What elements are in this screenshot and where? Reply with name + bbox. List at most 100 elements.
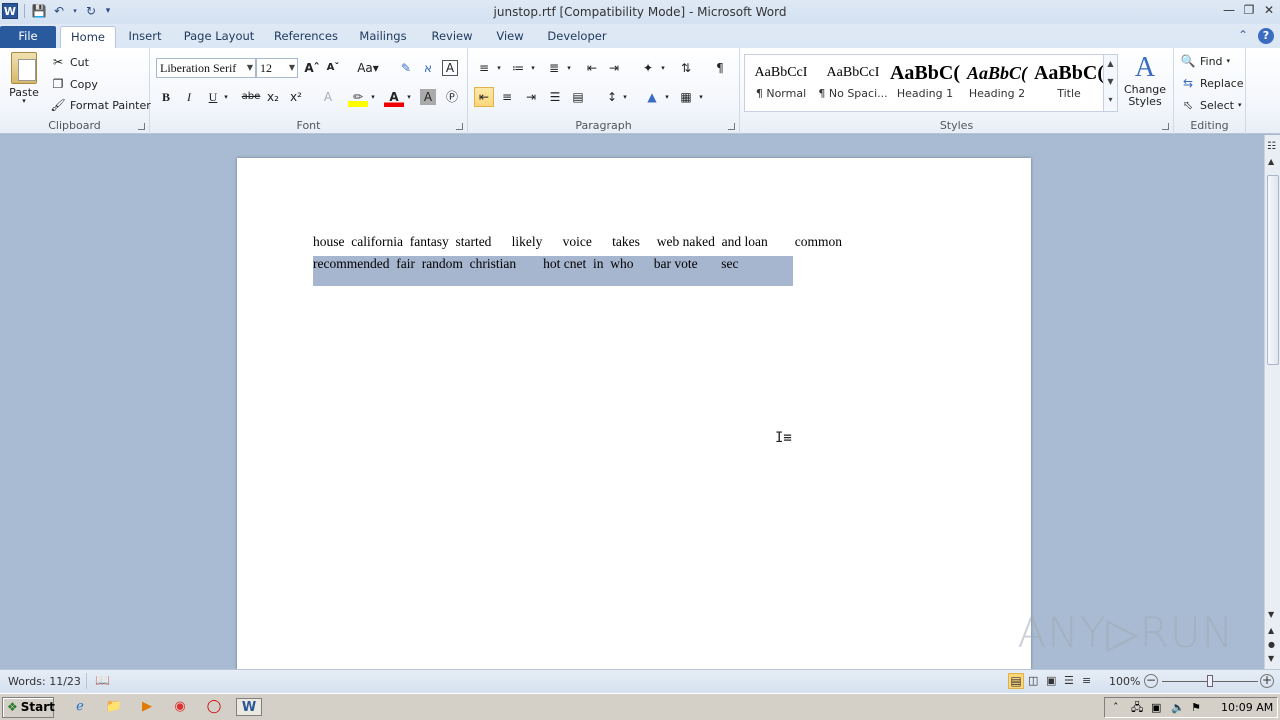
web-layout-icon[interactable]: ▣	[1046, 674, 1056, 687]
multilevel-list-icon[interactable]: ≣	[544, 58, 564, 78]
underline-dropdown-icon[interactable]: ▾	[221, 87, 231, 107]
print-layout-icon[interactable]: ▤	[1008, 673, 1024, 689]
scroll-thumb[interactable]	[1267, 175, 1279, 365]
full-screen-reading-icon[interactable]: ◫	[1028, 674, 1038, 687]
underline-button[interactable]: U	[203, 87, 223, 107]
style-no-spacing[interactable]: AaBbCcI ¶ No Spaci...	[817, 57, 889, 109]
bullets-icon[interactable]: ≡	[474, 58, 494, 78]
zoom-out-icon[interactable]: −	[1144, 674, 1158, 688]
replace-button[interactable]: ⇆ Replace	[1180, 75, 1244, 91]
style-heading-2[interactable]: AaBbC( Heading 2	[961, 57, 1033, 109]
asian-layout-dropdown-icon[interactable]: ▾	[658, 58, 668, 78]
browse-object-icon[interactable]: ●	[1268, 640, 1275, 649]
find-button[interactable]: 🔍 Find ▾	[1180, 53, 1231, 69]
tray-expand-icon[interactable]: ˆ	[1113, 698, 1119, 717]
styles-gallery-scroll[interactable]: ▲ ▼ ▾	[1103, 55, 1117, 111]
highlight-dropdown-icon[interactable]: ▾	[368, 87, 378, 107]
scroll-down-icon[interactable]: ▼	[1268, 610, 1274, 619]
zoom-slider-thumb[interactable]	[1207, 675, 1213, 687]
restore-icon[interactable]: ❐	[1242, 2, 1256, 18]
defender-icon[interactable]: ▣	[1151, 698, 1161, 717]
word-taskbar-button[interactable]: W	[236, 698, 262, 716]
cut-button[interactable]: ✂ Cut	[50, 54, 89, 70]
explorer-folder-icon[interactable]: 📁	[104, 698, 124, 716]
tab-developer[interactable]: Developer	[542, 26, 612, 48]
phonetic-guide-icon[interactable]: א	[418, 58, 438, 78]
shading-dropdown-icon[interactable]: ▾	[662, 87, 672, 107]
draft-icon[interactable]: ≡	[1082, 674, 1091, 687]
tab-view[interactable]: View	[488, 26, 532, 48]
bold-button[interactable]: B	[156, 87, 176, 107]
select-button[interactable]: ⬁ Select ▾	[1180, 97, 1241, 113]
action-center-flag-icon[interactable]: ⚑	[1191, 698, 1201, 717]
ie-icon[interactable]: ℯ	[70, 698, 90, 716]
volume-icon[interactable]: 🔈	[1171, 698, 1185, 717]
distributed-icon[interactable]: ▤	[568, 87, 588, 107]
multilevel-dropdown-icon[interactable]: ▾	[564, 58, 574, 78]
tab-references[interactable]: References	[268, 26, 344, 48]
italic-button[interactable]: I	[179, 87, 199, 107]
line-spacing-dropdown-icon[interactable]: ▾	[620, 87, 630, 107]
shading-icon[interactable]: ▲	[642, 87, 662, 107]
character-shading-icon[interactable]: A	[420, 89, 436, 105]
zoom-in-icon[interactable]: +	[1260, 674, 1274, 688]
copy-button[interactable]: ❐ Copy	[50, 76, 98, 92]
subscript-button[interactable]: x₂	[263, 87, 283, 107]
next-page-icon[interactable]: ▼	[1268, 654, 1274, 663]
select-dropdown-icon[interactable]: ▾	[1238, 101, 1242, 109]
scroll-up-icon[interactable]: ▲	[1268, 157, 1274, 166]
style-title[interactable]: AaBbC( Title	[1033, 57, 1105, 109]
highlight-icon[interactable]: ✏	[348, 87, 368, 107]
document-page[interactable]: house california fantasy started likely …	[237, 158, 1031, 678]
tab-mailings[interactable]: Mailings	[352, 26, 414, 48]
grow-font-icon[interactable]: Aˆ	[302, 58, 322, 78]
start-button[interactable]: ❖ Start	[2, 697, 55, 718]
minimize-icon[interactable]: —	[1222, 2, 1236, 18]
paste-button[interactable]: Paste ▾	[6, 52, 42, 105]
chrome-icon[interactable]: ◉	[170, 698, 190, 716]
network-icon[interactable]: 🖧	[1131, 698, 1143, 717]
font-color-dropdown-icon[interactable]: ▾	[404, 87, 414, 107]
styles-scroll-up-icon[interactable]: ▲	[1104, 55, 1117, 73]
opera-icon[interactable]: ◯	[204, 698, 224, 716]
change-case-icon[interactable]: Aa▾	[354, 58, 382, 78]
outline-icon[interactable]: ☰	[1064, 674, 1074, 687]
font-size-dropdown-icon[interactable]: ▼	[289, 59, 295, 77]
font-name-box[interactable]: Liberation Serif ▼	[156, 58, 256, 78]
word-count[interactable]: Words: 11/23	[8, 675, 81, 688]
font-launcher-icon[interactable]	[456, 123, 463, 130]
change-styles-button[interactable]: A Change Styles	[1122, 52, 1168, 108]
line-spacing-icon[interactable]: ↕	[602, 87, 622, 107]
close-icon[interactable]: ✕	[1262, 2, 1276, 18]
tab-review[interactable]: Review	[424, 26, 480, 48]
zoom-level[interactable]: 100%	[1109, 675, 1140, 688]
font-color-icon[interactable]: A	[384, 87, 404, 107]
clock[interactable]: 10:09 AM	[1221, 698, 1273, 717]
styles-launcher-icon[interactable]	[1162, 123, 1169, 130]
minimize-ribbon-icon[interactable]: ⌃	[1238, 28, 1248, 44]
paste-dropdown-icon[interactable]: ▾	[22, 97, 26, 105]
enclose-characters-icon[interactable]: Ⓟ	[442, 87, 462, 107]
strikethrough-button[interactable]: abe	[239, 87, 263, 107]
numbering-dropdown-icon[interactable]: ▾	[528, 58, 538, 78]
help-icon[interactable]: ?	[1258, 28, 1274, 44]
align-center-icon[interactable]: ≡	[497, 87, 517, 107]
media-player-icon[interactable]: ▶	[137, 698, 157, 716]
document-line-2[interactable]: recommended fair random christian hot cn…	[313, 256, 739, 272]
proofing-icon[interactable]: 📖	[95, 673, 110, 687]
font-name-dropdown-icon[interactable]: ▼	[247, 59, 253, 77]
asian-layout-icon[interactable]: ✦	[638, 58, 658, 78]
tab-insert[interactable]: Insert	[120, 26, 170, 48]
sort-icon[interactable]: ⇅	[676, 58, 696, 78]
previous-page-icon[interactable]: ▲	[1268, 626, 1274, 635]
superscript-button[interactable]: x²	[286, 87, 306, 107]
find-dropdown-icon[interactable]: ▾	[1227, 57, 1231, 65]
align-right-icon[interactable]: ⇥	[521, 87, 541, 107]
character-border-icon[interactable]: A	[442, 60, 458, 76]
tab-file[interactable]: File	[0, 26, 56, 48]
increase-indent-icon[interactable]: ⇥	[604, 58, 624, 78]
show-hide-marks-button[interactable]: ¶	[710, 58, 730, 78]
tab-page-layout[interactable]: Page Layout	[178, 26, 260, 48]
styles-scroll-down-icon[interactable]: ▼	[1104, 73, 1117, 91]
format-painter-button[interactable]: 🖌 Format Painter	[50, 97, 150, 113]
